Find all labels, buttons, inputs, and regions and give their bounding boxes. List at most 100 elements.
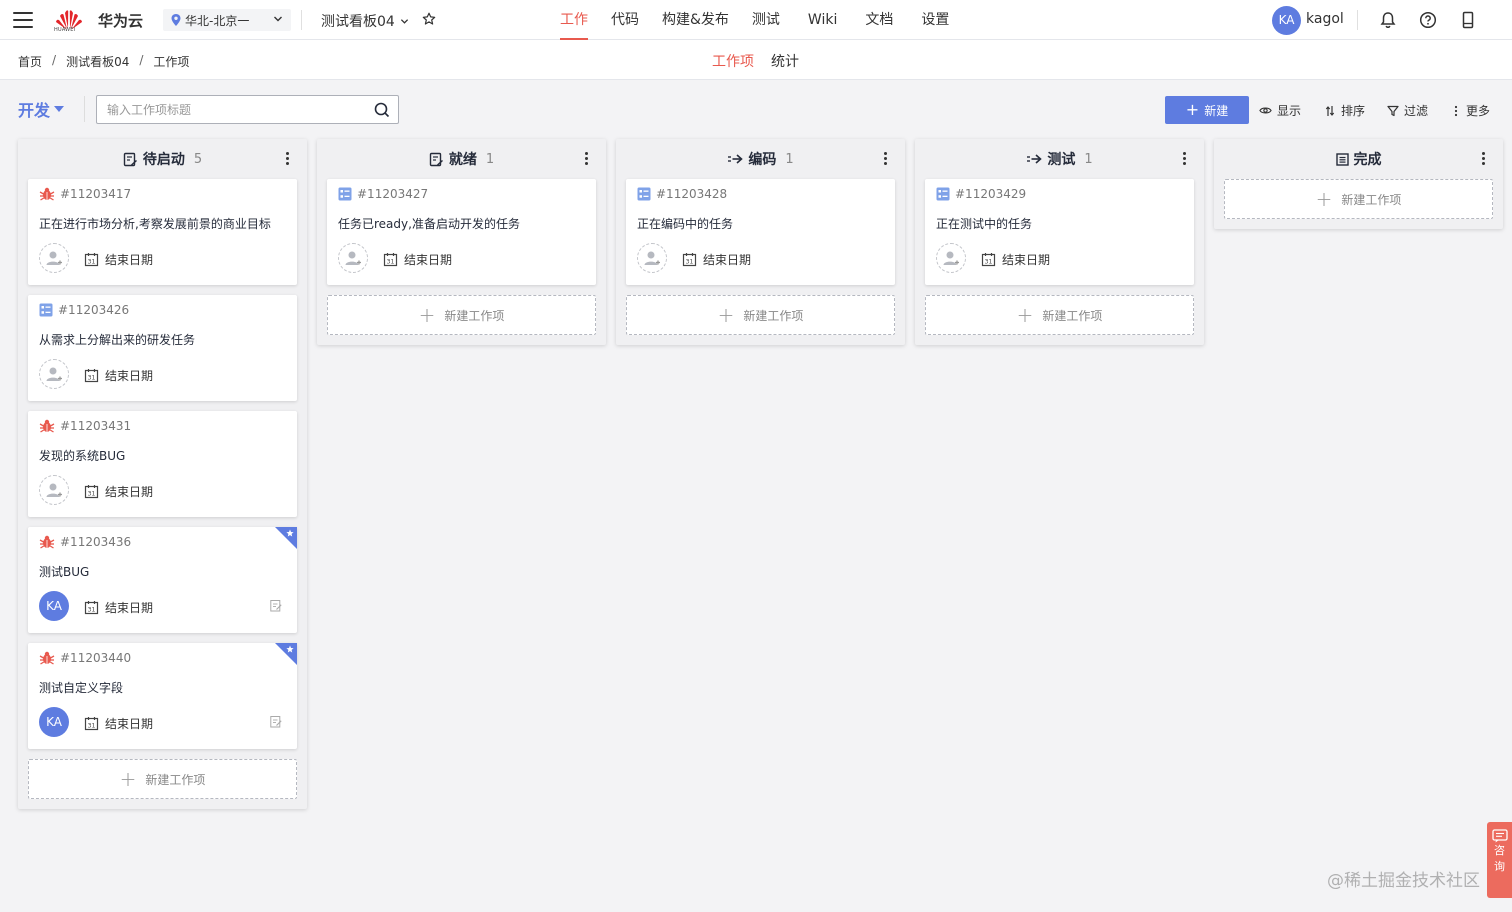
work-item-title[interactable]: 从需求上分解出来的研发任务 (39, 331, 195, 348)
display-button[interactable]: 显示 (1259, 102, 1301, 119)
work-item-card[interactable]: #11203417 正在进行市场分析,考察发展前景的商业目标 31 结束日期 (28, 179, 297, 285)
search-icon[interactable] (374, 102, 390, 118)
nav-build-release[interactable]: 构建&发布 (662, 0, 729, 40)
divider (84, 96, 85, 122)
work-item-title[interactable]: 任务已ready,准备启动开发的任务 (338, 215, 520, 232)
flag-star-icon[interactable] (275, 643, 297, 665)
work-item-title[interactable]: 正在进行市场分析,考察发展前景的商业目标 (39, 215, 271, 232)
work-item-card[interactable]: #11203429 正在测试中的任务 31 结束日期 (925, 179, 1194, 285)
end-date[interactable]: 31 结束日期 (84, 715, 153, 732)
work-item-title[interactable]: 正在编码中的任务 (637, 215, 733, 232)
new-button[interactable]: + 新建 (1165, 96, 1249, 124)
work-item-card[interactable]: #11203436 测试BUG KA 31 结束日期 (28, 527, 297, 633)
column-title: 编码 (748, 152, 777, 168)
sort-icon (1325, 105, 1335, 116)
menu-icon[interactable] (13, 12, 33, 28)
new-work-item-button[interactable]: + 新建工作项 (28, 759, 297, 799)
project-switcher[interactable]: 测试看板04 (321, 11, 409, 31)
plus-icon: + (1315, 187, 1333, 211)
work-item-card[interactable]: #11203440 测试自定义字段 KA 31 结束日期 (28, 643, 297, 749)
work-item-id[interactable]: #11203436 (60, 535, 131, 549)
work-item-card[interactable]: #11203426 从需求上分解出来的研发任务 31 结束日期 (28, 295, 297, 401)
phone-icon[interactable] (1459, 11, 1477, 29)
work-item-id[interactable]: #11203427 (357, 187, 428, 201)
new-work-item-button[interactable]: + 新建工作项 (327, 295, 596, 335)
username[interactable]: kagol (1306, 11, 1344, 27)
nav-test[interactable]: 测试 (752, 0, 780, 40)
sort-button[interactable]: 排序 (1324, 102, 1365, 119)
plus-icon: + (717, 303, 735, 327)
search-input[interactable] (97, 96, 357, 123)
nav-docs[interactable]: 文档 (865, 0, 893, 40)
end-date[interactable]: 31 结束日期 (682, 251, 751, 268)
breadcrumb-project[interactable]: 测试看板04 (66, 53, 129, 70)
end-date[interactable]: 31 结束日期 (84, 599, 153, 616)
more-vertical-icon[interactable] (286, 152, 290, 166)
nav-work[interactable]: 工作 (560, 0, 588, 40)
edit-icon[interactable] (270, 599, 282, 612)
more-label: 更多 (1466, 104, 1491, 118)
more-button[interactable]: 更多 (1451, 102, 1490, 119)
new-work-item-button[interactable]: + 新建工作项 (626, 295, 895, 335)
new-work-item-button[interactable]: + 新建工作项 (925, 295, 1194, 335)
work-item-title[interactable]: 测试BUG (39, 563, 89, 580)
work-item-card[interactable]: #11203428 正在编码中的任务 31 结束日期 (626, 179, 895, 285)
more-vertical-icon[interactable] (1183, 152, 1187, 166)
location-pin-icon (171, 14, 181, 26)
user-avatar[interactable]: KA (1272, 6, 1301, 35)
region-select[interactable]: 华北-北京一 (163, 9, 291, 31)
assign-user-button[interactable] (338, 243, 368, 273)
work-item-id[interactable]: #11203426 (58, 303, 129, 317)
bell-icon[interactable] (1379, 11, 1397, 29)
assign-user-button[interactable] (637, 243, 667, 273)
end-date[interactable]: 31 结束日期 (84, 367, 153, 384)
assignee-avatar[interactable]: KA (39, 707, 69, 737)
assign-user-button[interactable] (39, 243, 69, 273)
breadcrumb-current: 工作项 (153, 55, 190, 69)
work-item-id[interactable]: #11203440 (60, 651, 131, 665)
consult-button[interactable]: 咨 询 (1487, 822, 1512, 898)
chevron-down-icon (400, 18, 408, 24)
filter-button[interactable]: 过滤 (1387, 102, 1428, 119)
new-work-item-label: 新建工作项 (1341, 192, 1402, 207)
work-item-id[interactable]: #11203429 (955, 187, 1026, 201)
work-item-title[interactable]: 测试自定义字段 (39, 679, 123, 696)
work-item-id[interactable]: #11203417 (60, 187, 131, 201)
work-item-id[interactable]: #11203431 (60, 419, 131, 433)
edit-icon[interactable] (270, 715, 282, 728)
work-item-card[interactable]: #11203427 任务已ready,准备启动开发的任务 31 结束日期 (327, 179, 596, 285)
assignee-avatar[interactable]: KA (39, 591, 69, 621)
end-date[interactable]: 31 结束日期 (84, 483, 153, 500)
mode-dropdown[interactable]: 开发 (18, 97, 65, 121)
work-item-card[interactable]: #11203431 发现的系统BUG 31 结束日期 (28, 411, 297, 517)
task-icon (637, 187, 651, 201)
caret-down-icon (54, 106, 65, 112)
svg-text:31: 31 (88, 606, 96, 613)
end-date[interactable]: 31 结束日期 (84, 251, 153, 268)
more-vertical-icon[interactable] (884, 152, 888, 166)
assign-user-button[interactable] (39, 475, 69, 505)
region-label: 华北-北京一 (185, 13, 250, 28)
breadcrumb-home[interactable]: 首页 (18, 53, 42, 70)
more-vertical-icon[interactable] (585, 152, 589, 166)
end-date[interactable]: 31 结束日期 (383, 251, 452, 268)
star-icon[interactable] (422, 12, 436, 26)
tab-statistics[interactable]: 统计 (771, 51, 799, 71)
brand-name[interactable]: 华为云 (98, 10, 143, 31)
nav-wiki[interactable]: Wiki (808, 0, 837, 40)
nav-code[interactable]: 代码 (611, 0, 639, 40)
work-item-title[interactable]: 正在测试中的任务 (936, 215, 1032, 232)
nav-settings[interactable]: 设置 (921, 0, 949, 40)
flag-star-icon[interactable] (275, 527, 297, 549)
work-item-title[interactable]: 发现的系统BUG (39, 447, 125, 464)
help-icon[interactable] (1419, 11, 1437, 29)
work-item-id[interactable]: #11203428 (656, 187, 727, 201)
assign-user-button[interactable] (936, 243, 966, 273)
column-title: 测试 (1047, 152, 1076, 168)
tab-work-items[interactable]: 工作项 (712, 51, 754, 71)
calendar-icon: 31 (84, 253, 99, 267)
assign-user-button[interactable] (39, 359, 69, 389)
new-work-item-button[interactable]: + 新建工作项 (1224, 179, 1493, 219)
end-date[interactable]: 31 结束日期 (981, 251, 1050, 268)
more-vertical-icon[interactable] (1482, 152, 1486, 166)
